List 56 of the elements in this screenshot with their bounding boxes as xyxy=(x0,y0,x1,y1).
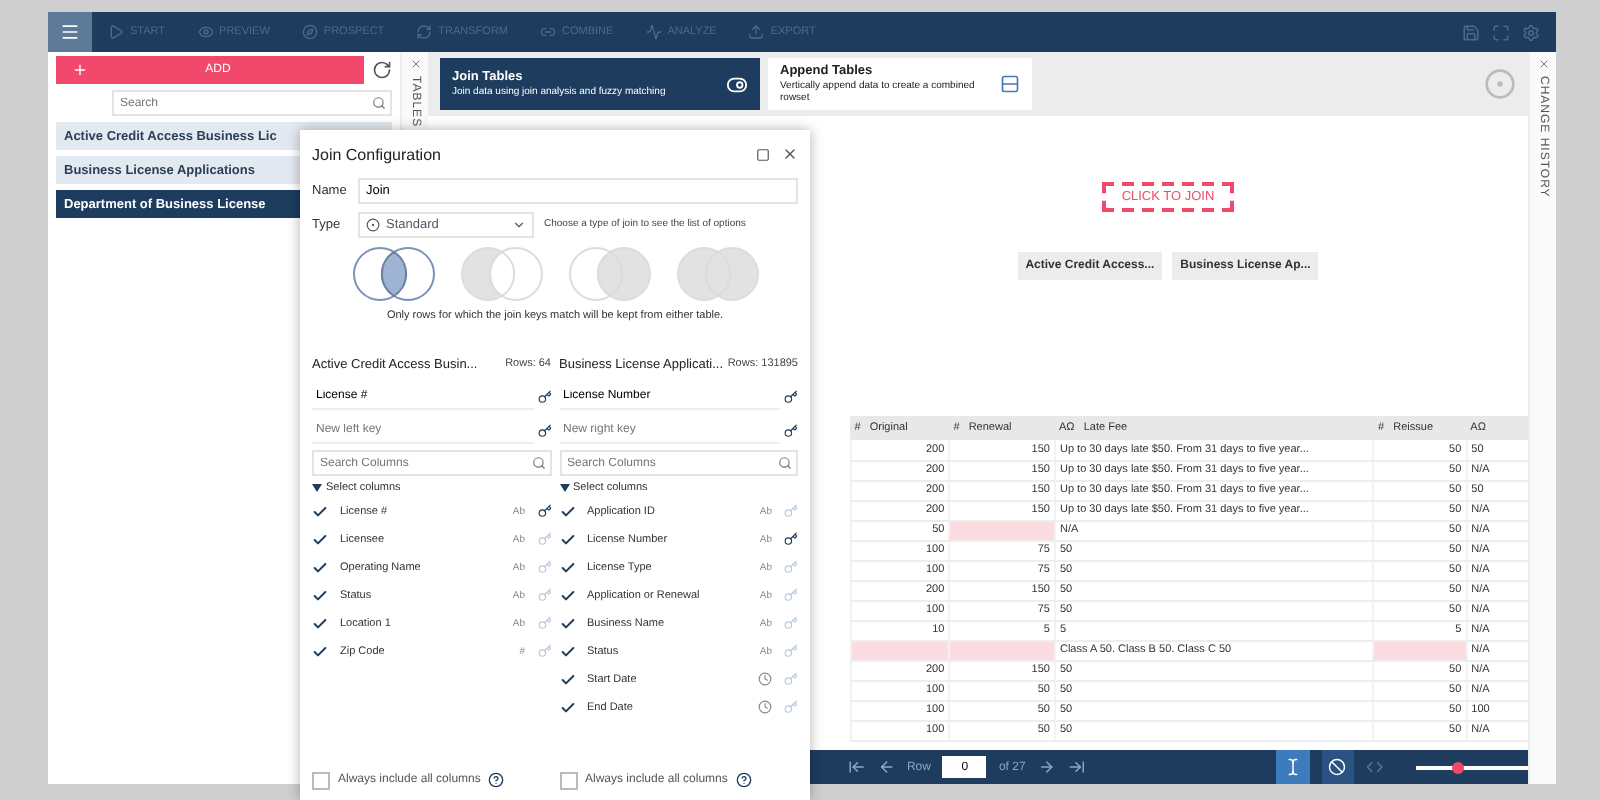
column-checkbox[interactable] xyxy=(312,643,328,659)
key-icon[interactable] xyxy=(784,389,798,403)
previous-icon[interactable] xyxy=(877,758,895,776)
column-checkbox[interactable] xyxy=(312,503,328,519)
column-checkbox[interactable] xyxy=(559,643,575,659)
triangle-icon[interactable] xyxy=(312,484,322,492)
help-icon[interactable] xyxy=(735,772,752,788)
first-page-icon[interactable] xyxy=(848,758,866,776)
menu-button[interactable] xyxy=(48,12,92,52)
radio-icon[interactable] xyxy=(366,217,380,231)
key-icon[interactable] xyxy=(537,504,551,518)
table-cell xyxy=(949,640,1055,660)
slider-thumb[interactable] xyxy=(1451,761,1464,773)
plus-icon[interactable] xyxy=(72,62,88,78)
search-icon[interactable] xyxy=(531,456,545,470)
triangle-icon[interactable] xyxy=(559,484,569,492)
ban-icon[interactable] xyxy=(1328,758,1347,776)
help-icon[interactable] xyxy=(488,772,505,788)
refresh-icon[interactable] xyxy=(372,60,392,80)
checkbox[interactable] xyxy=(312,771,330,789)
close-icon[interactable] xyxy=(1537,58,1549,70)
column-checkbox[interactable] xyxy=(312,531,328,547)
column-checkbox[interactable] xyxy=(559,671,575,687)
toggle-icon xyxy=(726,73,748,95)
table-cell xyxy=(1373,640,1467,660)
key-icon[interactable] xyxy=(784,423,798,437)
close-icon[interactable] xyxy=(409,58,421,70)
column-checkbox[interactable] xyxy=(312,559,328,575)
close-icon[interactable] xyxy=(782,146,798,162)
ban-toggle[interactable] xyxy=(1321,750,1355,784)
rows-icon xyxy=(1000,74,1020,94)
search-icon[interactable] xyxy=(372,96,386,110)
last-page-icon[interactable] xyxy=(1067,758,1085,776)
table-cell xyxy=(949,520,1055,540)
column-checkbox[interactable] xyxy=(559,587,575,603)
maximize-icon[interactable] xyxy=(756,147,770,161)
menu-icon[interactable] xyxy=(60,22,80,42)
column-checkbox[interactable] xyxy=(559,559,575,575)
column-checkbox[interactable] xyxy=(312,615,328,631)
key-icon[interactable] xyxy=(537,389,551,403)
key-icon[interactable] xyxy=(784,532,798,546)
column-checkbox[interactable] xyxy=(559,531,575,547)
column-checkbox[interactable] xyxy=(559,615,575,631)
column-checkbox[interactable] xyxy=(559,699,575,715)
checkbox[interactable] xyxy=(559,771,577,789)
text-cursor-icon[interactable] xyxy=(1283,758,1302,776)
search-icon[interactable] xyxy=(778,456,792,470)
code-icon[interactable] xyxy=(1366,758,1384,776)
clock-icon xyxy=(758,700,772,714)
column-checkbox[interactable] xyxy=(312,587,328,603)
column-checkbox[interactable] xyxy=(559,503,575,519)
text-cursor-toggle[interactable] xyxy=(1276,750,1310,784)
key-icon[interactable] xyxy=(537,423,551,437)
next-icon[interactable] xyxy=(1037,758,1056,776)
clock-icon xyxy=(758,672,772,686)
chevron-down-icon[interactable] xyxy=(512,217,526,231)
